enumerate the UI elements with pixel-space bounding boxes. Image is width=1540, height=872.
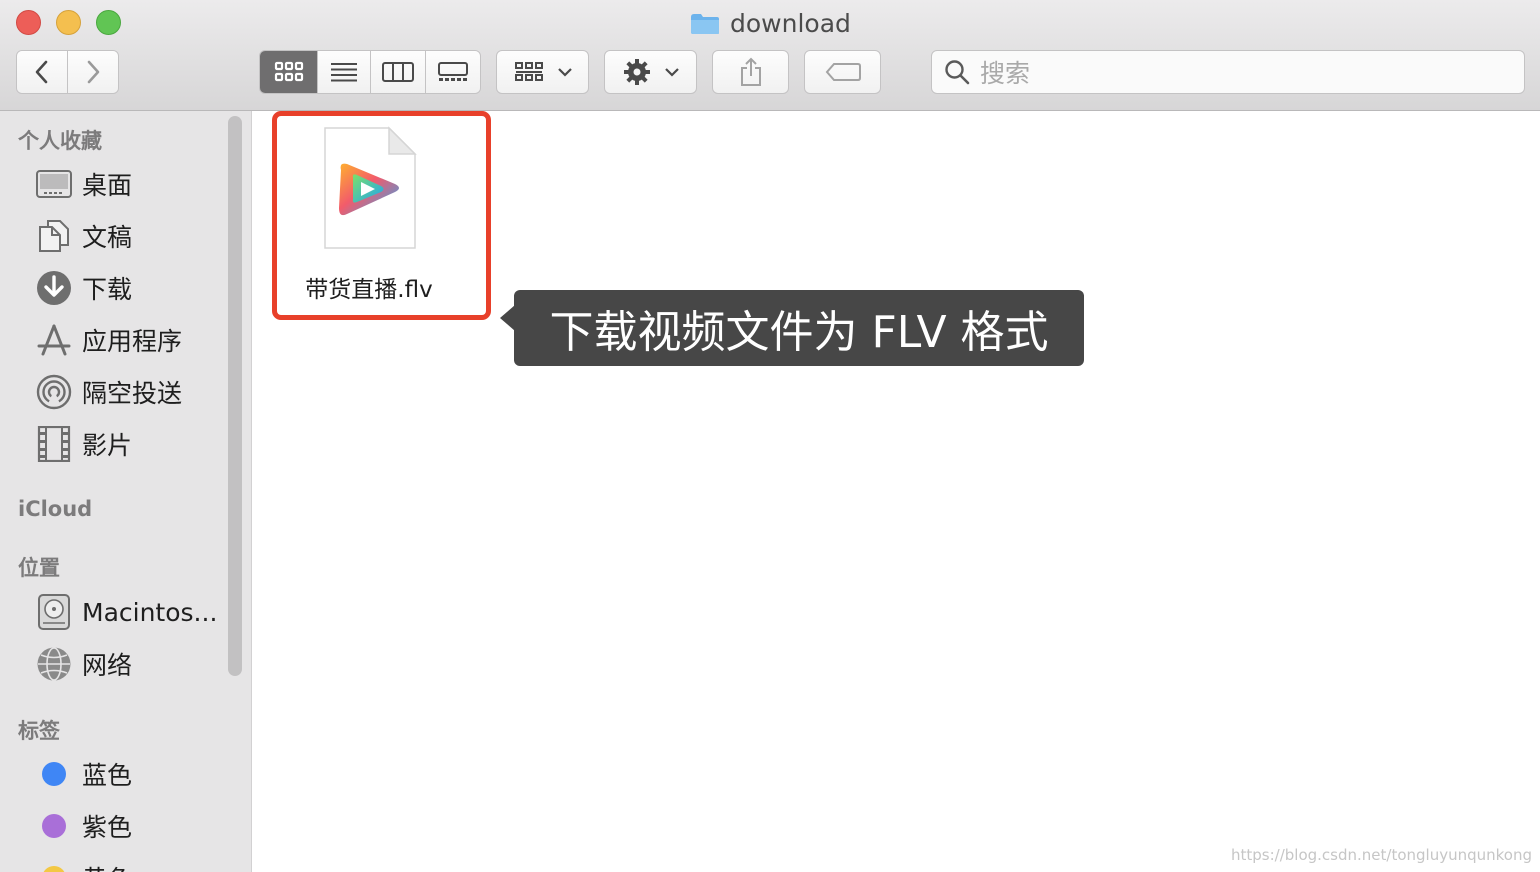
annotation-callout: 下载视频文件为 FLV 格式 [514,290,1084,366]
group-icon [514,62,543,81]
tag-dot-icon [36,860,72,872]
search-icon [945,60,970,85]
sidebar-item-label: 下载 [82,275,133,304]
sidebar-scrollbar[interactable] [228,116,242,676]
sidebar-item-label: 黄色 [82,860,132,872]
sidebar-item-tag-purple[interactable]: 紫色 [36,805,226,847]
sidebar-item-tag-yellow[interactable]: 黄色 [36,857,226,872]
chevron-left-icon [35,60,48,84]
favorites-header: 个人收藏 [18,129,102,153]
column-view-button[interactable] [371,51,426,93]
sidebar-item-label: 蓝色 [82,761,133,790]
tag-dot-icon [36,756,72,792]
locations-header: 位置 [18,556,60,580]
action-menu-button[interactable] [604,50,697,94]
icloud-header: iCloud [18,497,93,521]
navigation-buttons [16,50,119,94]
sidebar-item-label: 紫色 [82,813,133,842]
movies-icon [36,426,72,462]
sidebar-item-airdrop[interactable]: 隔空投送 [36,371,226,413]
desktop-icon [36,166,72,202]
sidebar-item-label: 隔空投送 [82,379,183,408]
sidebar-item-label: 影片 [82,431,133,460]
sidebar-item-label: Macintos... [82,597,218,627]
column-view-icon [382,62,415,82]
icon-view-button[interactable] [260,51,319,93]
chevron-right-icon [87,60,100,84]
gear-icon [623,59,650,85]
sidebar-item-macintosh-hd[interactable]: Macintos... [36,591,226,633]
forward-button[interactable] [68,51,118,93]
gallery-view-button[interactable] [425,51,480,93]
harddisk-icon [36,594,72,630]
icon-view-icon [274,61,303,82]
callout-pointer [500,305,515,331]
applications-icon [36,322,72,358]
sidebar-item-label: 桌面 [82,171,133,200]
airdrop-icon [36,374,72,410]
back-button[interactable] [17,51,68,93]
search-field[interactable]: 搜索 [931,50,1525,94]
window-title: download [690,6,851,40]
gallery-view-icon [437,62,468,81]
sidebar-item-documents[interactable]: 文稿 [36,215,226,257]
watermark-text: https://blog.csdn.net/tongluyunqunkong [1231,846,1532,864]
highlight-box [272,111,491,320]
list-view-button[interactable] [318,51,372,93]
folder-icon [690,12,720,34]
tag-dot-icon [36,808,72,844]
window-toolbar: download 搜索 [0,0,1540,111]
sidebar-item-movies[interactable]: 影片 [36,423,226,465]
sidebar-item-label: 文稿 [82,223,133,252]
sidebar-item-tag-blue[interactable]: 蓝色 [36,753,226,795]
network-icon [36,646,72,682]
documents-icon [36,218,72,254]
view-mode-control [259,50,481,94]
sidebar-item-label: 网络 [82,651,133,680]
sidebar-item-label: 应用程序 [82,327,183,356]
chevron-down-icon [664,68,679,77]
close-window-button[interactable] [16,10,41,35]
window-title-text: download [730,8,851,38]
list-view-icon [331,63,358,82]
sidebar: 个人收藏 桌面 文稿 下载 应用程序 隔空投送 影片 iCloud 位置 Mac… [0,111,252,872]
search-placeholder: 搜索 [980,59,1031,88]
share-icon [740,57,761,86]
chevron-down-icon [557,68,572,77]
sidebar-item-desktop[interactable]: 桌面 [36,163,226,205]
downloads-icon [36,270,72,306]
group-by-button[interactable] [496,50,589,94]
tags-header: 标签 [18,719,60,743]
sidebar-item-downloads[interactable]: 下载 [36,267,226,309]
zoom-window-button[interactable] [96,10,121,35]
minimize-window-button[interactable] [56,10,81,35]
share-button[interactable] [712,50,789,94]
sidebar-item-applications[interactable]: 应用程序 [36,319,226,361]
tag-icon [825,63,861,81]
sidebar-item-network[interactable]: 网络 [36,643,226,685]
edit-tags-button[interactable] [804,50,881,94]
